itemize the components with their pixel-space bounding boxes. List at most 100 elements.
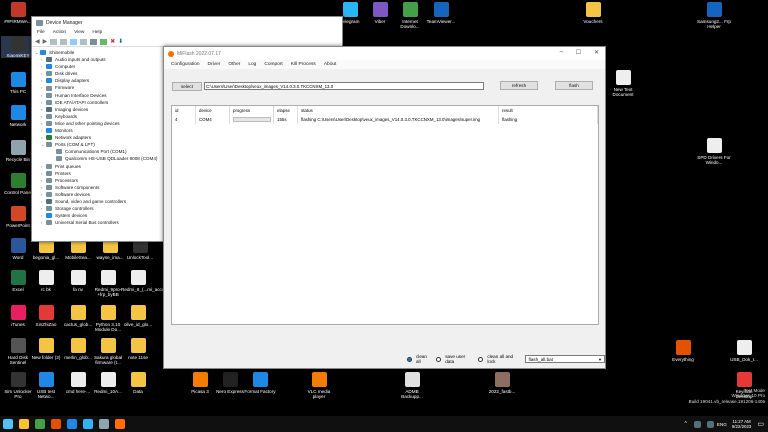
device-manager-task-icon[interactable] bbox=[99, 419, 109, 429]
desktop-icon[interactable]: Sakura global firmware (t... bbox=[91, 338, 125, 365]
desktop-icon[interactable]: PowerPoint bbox=[1, 206, 35, 228]
uninstall-icon[interactable]: ✖ bbox=[110, 38, 115, 45]
save-user-data-radio[interactable] bbox=[436, 356, 442, 362]
scan-icon[interactable] bbox=[80, 38, 88, 45]
file-explorer-icon[interactable] bbox=[19, 419, 29, 429]
menu-item[interactable]: Kill Process bbox=[287, 61, 320, 68]
menu-item[interactable]: Configuration bbox=[167, 61, 204, 68]
path-input[interactable]: C:\Users\User\Desktop\veux_images_V14.0.… bbox=[204, 82, 484, 90]
desktop-icon[interactable]: cmd here-... bbox=[61, 372, 95, 394]
clock[interactable]: 11:27 AM 9/22/2023 bbox=[732, 419, 752, 429]
column-header[interactable]: elapse bbox=[274, 106, 298, 115]
chevron-up-icon[interactable]: ^ bbox=[685, 421, 687, 427]
select-button[interactable]: select bbox=[172, 82, 202, 91]
desktop-icon[interactable]: Internet Downlo... bbox=[393, 2, 427, 29]
minimize-icon[interactable]: – bbox=[560, 49, 563, 55]
desktop-icon[interactable]: Python 3.10 Module Do... bbox=[91, 305, 125, 332]
column-header[interactable]: status bbox=[298, 106, 499, 115]
notification-icon[interactable]: ▭ bbox=[757, 420, 764, 428]
desktop-icon[interactable]: VLC media player bbox=[302, 372, 336, 399]
desktop-icon[interactable]: XiaomiKEY bbox=[1, 36, 35, 59]
close-icon[interactable]: ✕ bbox=[594, 49, 599, 56]
desktop-icon[interactable]: Samsung2... Frp Helper bbox=[697, 2, 731, 29]
desktop-icon[interactable]: USB_Dok_I... bbox=[727, 340, 761, 362]
miflash-task-icon[interactable] bbox=[115, 419, 125, 429]
desktop-icon[interactable]: merlin_glob... bbox=[61, 338, 95, 360]
tree-item-label: Monitors bbox=[55, 128, 73, 134]
device-manager-titlebar[interactable]: Device Manager bbox=[32, 17, 342, 29]
desktop-icon[interactable]: cactus_glob... bbox=[61, 305, 95, 327]
desktop-icon[interactable]: Redmi_9pro-+frp_byBB bbox=[91, 270, 125, 297]
firefox-icon[interactable] bbox=[51, 419, 61, 429]
desktop-icon[interactable]: Viber bbox=[363, 2, 397, 24]
column-header[interactable]: progress bbox=[230, 106, 274, 115]
refresh-button[interactable]: refresh bbox=[500, 81, 538, 90]
app-icon bbox=[38, 305, 54, 320]
desktop-icon[interactable]: Control Panel bbox=[1, 173, 35, 195]
properties-icon[interactable] bbox=[50, 38, 58, 45]
desktop-icon[interactable]: Nero Express bbox=[213, 372, 247, 394]
script-select[interactable]: flash_all.bat ▼ bbox=[525, 355, 606, 363]
desktop-icon[interactable]: Redmi_10A... bbox=[91, 372, 125, 394]
device-category-icon bbox=[46, 163, 52, 169]
desktop-icon[interactable]: Data bbox=[121, 372, 155, 394]
help-icon[interactable] bbox=[70, 38, 78, 45]
desktop-icon[interactable]: Everything bbox=[666, 340, 700, 362]
desktop-icon[interactable]: TeamViewer... bbox=[424, 2, 458, 24]
update-driver-icon[interactable] bbox=[100, 38, 108, 45]
desktop-icon[interactable]: New Text Document bbox=[606, 70, 640, 97]
back-icon[interactable]: ◀ bbox=[35, 38, 40, 45]
column-header[interactable]: result bbox=[499, 106, 598, 115]
desktop-icon[interactable]: Vouchers bbox=[576, 2, 610, 24]
desktop-icon-label: Internet Downlo... bbox=[400, 19, 420, 30]
flash-button[interactable]: flash bbox=[555, 81, 593, 90]
column-header[interactable]: device bbox=[196, 106, 230, 115]
desktop-icon[interactable]: XinZhiZao bbox=[29, 305, 63, 327]
maximize-icon[interactable]: ☐ bbox=[576, 49, 581, 56]
tree-item-label: Network adapters bbox=[55, 135, 92, 141]
table-row[interactable]: 4 COM4 155s flashing C:\Users\User\Desktop\… bbox=[172, 115, 598, 124]
desktop-icon[interactable]: Format Factory bbox=[243, 372, 277, 394]
telegram-icon[interactable] bbox=[83, 419, 93, 429]
edge-icon[interactable] bbox=[67, 419, 77, 429]
menu-item[interactable]: Driver bbox=[204, 61, 225, 68]
menu-item[interactable]: View bbox=[70, 29, 88, 37]
desktop-icon[interactable]: fa nv bbox=[61, 270, 95, 292]
network-icon[interactable] bbox=[693, 420, 701, 428]
tree-icon[interactable] bbox=[60, 38, 68, 45]
desktop-icon[interactable]: USB test Netwo... bbox=[29, 372, 63, 399]
desktop-icon[interactable]: Recycle Bin bbox=[1, 140, 35, 162]
chrome-icon[interactable] bbox=[35, 419, 45, 429]
desktop-icon[interactable]: New folder (2) bbox=[29, 338, 63, 360]
clean-all-radio[interactable] bbox=[407, 356, 412, 362]
clean-all-lock-radio[interactable] bbox=[478, 356, 484, 362]
cell-result: flashing bbox=[499, 115, 598, 124]
volume-icon[interactable] bbox=[706, 420, 714, 428]
desktop-icon[interactable]: note 11se bbox=[121, 338, 155, 360]
menu-item[interactable]: Help bbox=[88, 29, 106, 37]
desktop-icon[interactable]: This PC bbox=[1, 72, 35, 94]
desktop-icon[interactable]: olive_id_glo... bbox=[121, 305, 155, 327]
desktop-icon[interactable]: SPD Drivers For Windo... bbox=[697, 138, 731, 165]
desktop-icon[interactable]: 2022_fastb... bbox=[485, 372, 519, 394]
download-icon[interactable]: ⬇ bbox=[118, 38, 123, 45]
desktop-icon[interactable]: ##FIRMWA... bbox=[1, 2, 35, 24]
menu-item[interactable]: Other bbox=[224, 61, 244, 68]
desktop-icon-label: Recycle Bin bbox=[5, 157, 31, 162]
menu-item[interactable]: File bbox=[33, 29, 49, 37]
column-header[interactable]: id bbox=[172, 106, 196, 115]
miflash-titlebar[interactable]: MiFlash 2022.07.17 – ☐ ✕ bbox=[164, 47, 605, 60]
language-indicator[interactable]: ENG bbox=[717, 422, 727, 427]
desktop-icon[interactable]: Picasa 3 bbox=[183, 372, 217, 394]
desktop-icon[interactable]: ADMB Backupp... bbox=[395, 372, 429, 399]
menu-item[interactable]: Log bbox=[244, 61, 260, 68]
menu-item[interactable]: Action bbox=[49, 29, 70, 37]
forward-icon[interactable]: ▶ bbox=[43, 38, 48, 45]
monitor-icon[interactable] bbox=[90, 38, 98, 45]
desktop-icon[interactable]: Network bbox=[1, 105, 35, 127]
menu-item[interactable]: Comport bbox=[260, 61, 286, 68]
desktop-icon[interactable]: Redmi_8_(...mi_accou... bbox=[121, 270, 171, 292]
desktop-icon[interactable]: rc bk bbox=[29, 270, 63, 292]
menu-item[interactable]: About bbox=[320, 61, 341, 68]
windows-start-icon[interactable] bbox=[3, 419, 13, 429]
